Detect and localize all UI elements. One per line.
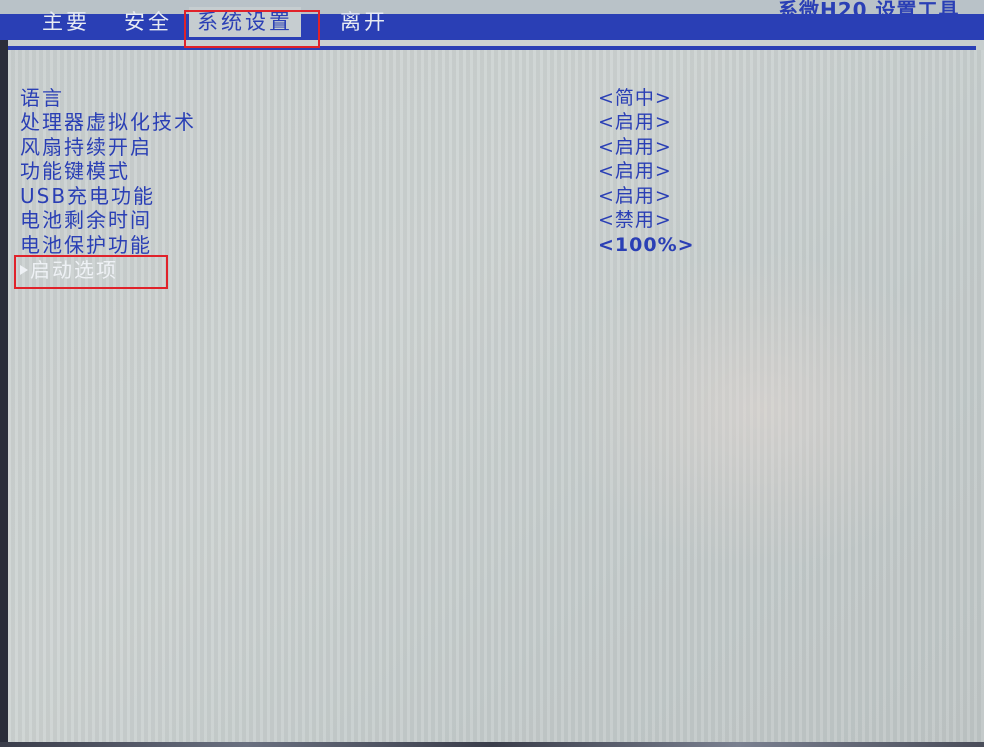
boot-options-highlight-box: [14, 255, 168, 289]
setting-row-battery-protection[interactable]: 电池保护功能 <100%>: [20, 233, 694, 257]
setting-row-hotkey-mode[interactable]: 功能键模式 <启用>: [20, 159, 680, 183]
setting-label: 风扇持续开启: [20, 135, 152, 159]
setting-value[interactable]: <禁用>: [598, 208, 672, 232]
setting-label: 电池保护功能: [20, 233, 152, 257]
setting-value[interactable]: <100%>: [598, 233, 695, 257]
setting-label: 电池剩余时间: [20, 208, 152, 232]
setting-value[interactable]: <简中>: [598, 86, 672, 110]
tab-main[interactable]: 主要: [34, 7, 98, 37]
setting-value[interactable]: <启用>: [598, 184, 672, 208]
setting-label: 语言: [20, 86, 64, 110]
setting-label: 功能键模式: [20, 159, 130, 183]
setting-row-virtualization[interactable]: 处理器虚拟化技术 <启用>: [20, 110, 680, 134]
bios-screen: 系微H20 设置工具 主要 安全 系统设置 离开 语言 <简中> 处理器虚拟化技…: [0, 0, 984, 747]
setting-value[interactable]: <启用>: [598, 110, 672, 134]
setting-row-language[interactable]: 语言 <简中>: [20, 86, 680, 110]
tab-exit[interactable]: 离开: [332, 7, 396, 37]
setting-value[interactable]: <启用>: [598, 135, 672, 159]
taskbar-edge: [0, 742, 984, 747]
tab-highlight-box: [184, 10, 320, 48]
setting-row-battery-remaining-time[interactable]: 电池剩余时间 <禁用>: [20, 208, 680, 232]
tab-security[interactable]: 安全: [116, 7, 180, 37]
setting-row-fan-always-on[interactable]: 风扇持续开启 <启用>: [20, 135, 680, 159]
left-frame: [0, 40, 8, 747]
brand-title: 系微H20 设置工具: [778, 0, 960, 22]
setting-row-usb-charging[interactable]: USB充电功能 <启用>: [20, 184, 680, 208]
setting-label: 处理器虚拟化技术: [20, 110, 196, 134]
setting-label: USB充电功能: [20, 184, 156, 208]
setting-value[interactable]: <启用>: [598, 159, 672, 183]
